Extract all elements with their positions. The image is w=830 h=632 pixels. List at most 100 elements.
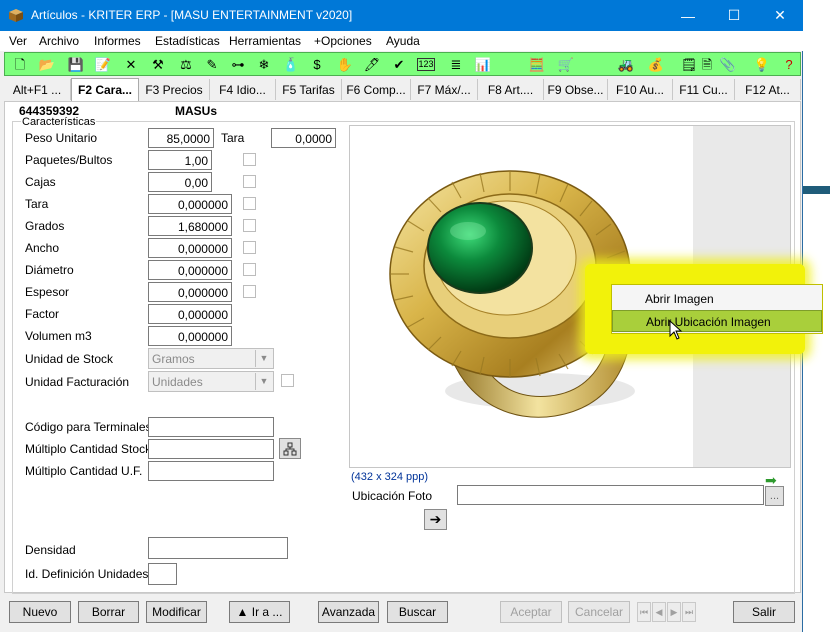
previous-record-icon[interactable]: ◀ <box>652 602 666 622</box>
tara-checkbox[interactable] <box>243 197 256 210</box>
numbers-icon[interactable]: 123 <box>417 58 435 71</box>
snowflake-icon[interactable]: ❄ <box>254 55 274 74</box>
densidad-input[interactable] <box>148 537 288 559</box>
note-icon[interactable]: 🗒 <box>679 55 699 74</box>
ctx-abrir-imagen[interactable]: Abrir Imagen <box>612 288 822 310</box>
money-bag-icon[interactable]: 💰 <box>646 55 666 74</box>
check-pen-icon[interactable]: ✔ <box>389 55 409 74</box>
toolbar: 🗋 📂 💾 📝 ✕ ⚒ ⚖ ✎ ⊶ ❄ 🧴 $ ✋ 🖊 ✔ 123 ≣ 📊 🧮 … <box>4 52 801 76</box>
ir-a-button[interactable]: ▲ Ir a ... <box>229 601 290 623</box>
ubicacion-foto-label: Ubicación Foto <box>352 489 433 503</box>
next-record-icon[interactable]: ▶ <box>667 602 681 622</box>
cart-icon[interactable]: 🛒 <box>556 55 576 74</box>
unidad-facturacion-label: Unidad Facturación <box>25 375 130 389</box>
tab-f12[interactable]: F12 At... <box>735 79 801 100</box>
grados-checkbox[interactable] <box>243 219 256 232</box>
multiplo-stock-input[interactable] <box>148 439 274 459</box>
help-icon[interactable]: ? <box>779 55 799 74</box>
green-arrow-icon[interactable]: ➡ <box>765 472 777 489</box>
unidad-facturacion-checkbox[interactable] <box>281 374 294 387</box>
ancho-input[interactable]: 0,000000 <box>148 238 232 258</box>
last-record-icon[interactable]: ⏭ <box>682 602 696 622</box>
tab-f11[interactable]: F11 Cu... <box>673 79 735 100</box>
maximize-button[interactable]: ☐ <box>711 0 757 31</box>
borrar-button[interactable]: Borrar <box>78 601 139 623</box>
tab-f3-precios[interactable]: F3 Precios <box>139 79 210 100</box>
cancelar-button[interactable]: Cancelar <box>568 601 630 623</box>
tara-input[interactable]: 0,000000 <box>148 194 232 214</box>
tab-f2-caracteristicas[interactable]: F2 Cara... <box>71 78 139 101</box>
new-document-icon[interactable]: 🗋 <box>10 55 30 74</box>
codigo-terminales-input[interactable] <box>148 417 274 437</box>
tab-f5-tarifas[interactable]: F5 Tarifas <box>276 79 342 100</box>
bar-chart-icon[interactable]: 📊 <box>473 55 493 74</box>
title-bar[interactable]: Artículos - KRITER ERP - [MASU ENTERTAIN… <box>0 0 803 31</box>
multiplo-stock-button[interactable] <box>279 438 301 459</box>
paperclip-icon[interactable]: 📎 <box>718 55 738 74</box>
tara-top-input[interactable]: 0,0000 <box>271 128 336 148</box>
hand-icon[interactable]: ✋ <box>335 55 355 74</box>
menu-ver[interactable]: Ver <box>9 34 27 48</box>
paquetes-input[interactable]: 1,00 <box>148 150 212 170</box>
menu-opciones[interactable]: +Opciones <box>314 34 372 48</box>
volumen-input[interactable]: 0,000000 <box>148 326 232 346</box>
vehicle-icon[interactable]: 🚜 <box>616 55 636 74</box>
tab-f7-maximos[interactable]: F7 Máx/... <box>411 79 478 100</box>
espesor-input[interactable]: 0,000000 <box>148 282 232 302</box>
close-button[interactable]: ✕ <box>757 0 803 31</box>
ctx-abrir-ubicacion-imagen[interactable]: Abrir Ubicación Imagen <box>612 310 822 332</box>
lightbulb-icon[interactable]: 💡 <box>752 55 772 74</box>
factor-input[interactable]: 0,000000 <box>148 304 232 324</box>
paquetes-checkbox[interactable] <box>243 153 256 166</box>
peso-unitario-input[interactable]: 85,0000 <box>148 128 214 148</box>
aceptar-button[interactable]: Aceptar <box>500 601 562 623</box>
calculator-icon[interactable]: 🧮 <box>527 55 547 74</box>
dollar-icon[interactable]: $ <box>307 55 327 74</box>
tool-icon[interactable]: ⚒ <box>148 55 168 74</box>
page-icon[interactable]: 🗎 <box>697 55 717 74</box>
multiplo-uf-input[interactable] <box>148 461 274 481</box>
tree-icon[interactable]: ⊶ <box>228 55 248 74</box>
pen-icon[interactable]: 🖊 <box>362 55 382 74</box>
save-icon[interactable]: 💾 <box>66 55 86 74</box>
tab-f9-observaciones[interactable]: F9 Obse... <box>544 79 608 100</box>
menu-herramientas[interactable]: Herramientas <box>229 34 301 48</box>
cajas-input[interactable]: 0,00 <box>148 172 212 192</box>
go-arrow-button[interactable]: ➔ <box>424 509 447 530</box>
unidad-facturacion-select[interactable]: Unidades ▼ <box>148 371 274 392</box>
brush-icon[interactable]: ✎ <box>202 55 222 74</box>
tab-f10[interactable]: F10 Au... <box>608 79 673 100</box>
buscar-button[interactable]: Buscar <box>387 601 448 623</box>
menu-ayuda[interactable]: Ayuda <box>386 34 420 48</box>
delete-icon[interactable]: ✕ <box>121 55 141 74</box>
scale-icon[interactable]: ⚖ <box>176 55 196 74</box>
tab-f4-idiomas[interactable]: F4 Idio... <box>210 79 276 100</box>
open-folder-icon[interactable]: 📂 <box>37 55 57 74</box>
first-record-icon[interactable]: ⏮ <box>637 602 651 622</box>
modificar-button[interactable]: Modificar <box>146 601 207 623</box>
diametro-checkbox[interactable] <box>243 263 256 276</box>
id-definicion-input[interactable] <box>148 563 177 585</box>
menu-archivo[interactable]: Archivo <box>39 34 79 48</box>
ancho-checkbox[interactable] <box>243 241 256 254</box>
tab-f8-articulos[interactable]: F8 Art.... <box>478 79 544 100</box>
edit-icon[interactable]: 📝 <box>93 55 113 74</box>
nuevo-button[interactable]: Nuevo <box>9 601 71 623</box>
grados-input[interactable]: 1,680000 <box>148 216 232 236</box>
espesor-checkbox[interactable] <box>243 285 256 298</box>
tab-f6-compras[interactable]: F6 Comp... <box>342 79 411 100</box>
bottle-icon[interactable]: 🧴 <box>281 55 301 74</box>
ubicacion-foto-input[interactable] <box>457 485 764 505</box>
paquetes-label: Paquetes/Bultos <box>25 153 113 167</box>
menu-estadisticas[interactable]: Estadísticas <box>155 34 220 48</box>
unidad-stock-select[interactable]: Gramos ▼ <box>148 348 274 369</box>
minimize-button[interactable]: — <box>665 0 711 31</box>
menu-informes[interactable]: Informes <box>94 34 141 48</box>
diametro-input[interactable]: 0,000000 <box>148 260 232 280</box>
cajas-checkbox[interactable] <box>243 175 256 188</box>
avanzada-button[interactable]: Avanzada <box>318 601 379 623</box>
stack-icon[interactable]: ≣ <box>446 55 466 74</box>
browse-button[interactable]: ... <box>765 486 784 506</box>
salir-button[interactable]: Salir <box>733 601 795 623</box>
tab-alt-f1[interactable]: Alt+F1 ... <box>4 79 71 100</box>
